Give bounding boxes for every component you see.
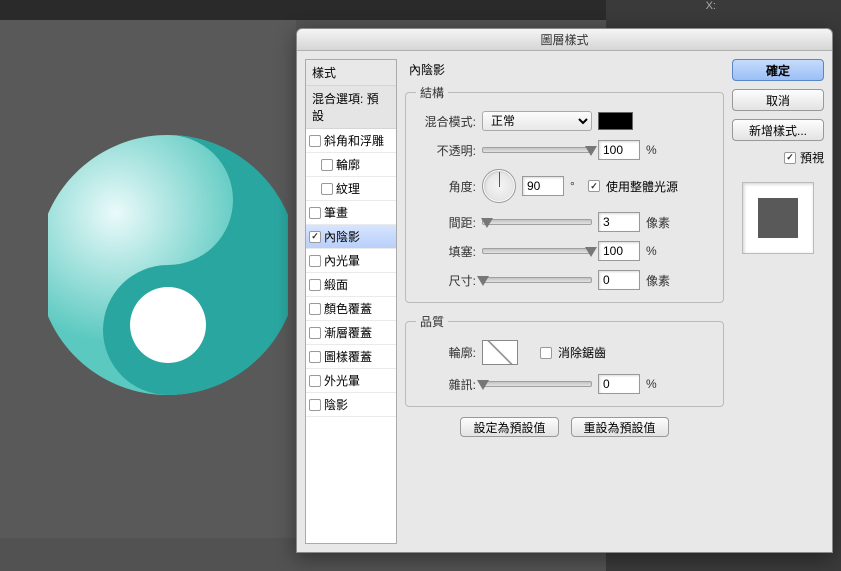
style-item-label: 漸層覆蓋 xyxy=(324,324,372,341)
opacity-label: 不透明: xyxy=(416,142,476,159)
style-item-8[interactable]: 漸層覆蓋 xyxy=(306,321,396,345)
preview-label: 預視 xyxy=(800,149,824,166)
contour-label: 輪廓: xyxy=(416,344,476,361)
style-item-label: 紋理 xyxy=(336,180,360,197)
dialog-title: 圖層樣式 xyxy=(297,29,832,51)
opacity-slider[interactable] xyxy=(482,147,592,153)
noise-slider[interactable] xyxy=(482,381,592,387)
style-item-checkbox[interactable] xyxy=(309,327,321,339)
angle-input[interactable] xyxy=(522,176,564,196)
style-item-label: 斜角和浮雕 xyxy=(324,132,384,149)
size-label: 尺寸: xyxy=(416,272,476,289)
style-item-2[interactable]: 紋理 xyxy=(306,177,396,201)
preview-inner xyxy=(758,198,798,238)
style-item-checkbox[interactable] xyxy=(309,135,321,147)
style-item-checkbox[interactable] xyxy=(309,207,321,219)
distance-label: 間距: xyxy=(416,214,476,231)
style-item-label: 圖樣覆蓋 xyxy=(324,348,372,365)
opacity-input[interactable] xyxy=(598,140,640,160)
antialias-label: 消除鋸齒 xyxy=(558,344,606,361)
style-item-3[interactable]: 筆畫 xyxy=(306,201,396,225)
angle-dial[interactable] xyxy=(482,169,516,203)
structure-legend: 結構 xyxy=(416,84,448,101)
choke-slider[interactable] xyxy=(482,248,592,254)
angle-label: 角度: xyxy=(416,178,476,195)
artwork-yin-yang xyxy=(48,125,288,405)
style-item-checkbox[interactable] xyxy=(309,303,321,315)
choke-label: 填塞: xyxy=(416,243,476,260)
noise-label: 雜訊: xyxy=(416,376,476,393)
distance-unit: 像素 xyxy=(646,214,674,231)
color-swatch[interactable] xyxy=(598,112,633,130)
angle-unit: ° xyxy=(570,179,582,193)
choke-unit: % xyxy=(646,244,674,258)
style-item-0[interactable]: 斜角和浮雕 xyxy=(306,129,396,153)
set-default-button[interactable]: 設定為預設值 xyxy=(460,417,558,437)
noise-unit: % xyxy=(646,377,674,391)
size-unit: 像素 xyxy=(646,272,674,289)
style-item-checkbox[interactable] xyxy=(309,399,321,411)
style-item-label: 筆畫 xyxy=(324,204,348,221)
style-item-7[interactable]: 顏色覆蓋 xyxy=(306,297,396,321)
style-item-label: 內光暈 xyxy=(324,252,360,269)
distance-input[interactable] xyxy=(598,212,640,232)
style-item-9[interactable]: 圖樣覆蓋 xyxy=(306,345,396,369)
style-item-11[interactable]: 陰影 xyxy=(306,393,396,417)
ok-button[interactable]: 確定 xyxy=(732,59,824,81)
quality-legend: 品質 xyxy=(416,313,448,330)
style-item-label: 緞面 xyxy=(324,276,348,293)
preview-checkbox[interactable] xyxy=(784,152,796,164)
styles-header[interactable]: 樣式 xyxy=(306,60,396,86)
global-light-checkbox[interactable] xyxy=(588,180,600,192)
style-item-6[interactable]: 緞面 xyxy=(306,273,396,297)
new-style-button[interactable]: 新增樣式... xyxy=(732,119,824,141)
style-item-checkbox[interactable] xyxy=(309,231,321,243)
blend-mode-label: 混合模式: xyxy=(416,113,476,130)
style-item-1[interactable]: 輪廓 xyxy=(306,153,396,177)
style-item-4[interactable]: 內陰影 xyxy=(306,225,396,249)
style-item-checkbox[interactable] xyxy=(321,183,333,195)
contour-picker[interactable] xyxy=(482,340,518,365)
layer-style-dialog: 圖層樣式 樣式 混合選項: 預設 斜角和浮雕輪廓紋理筆畫內陰影內光暈緞面顏色覆蓋… xyxy=(296,28,833,553)
style-item-label: 陰影 xyxy=(324,396,348,413)
style-item-label: 顏色覆蓋 xyxy=(324,300,372,317)
distance-slider[interactable] xyxy=(482,219,592,225)
panel-title: 內陰影 xyxy=(405,59,724,84)
structure-fieldset: 結構 混合模式: 正常 不透明: % 角度: xyxy=(405,84,724,303)
size-input[interactable] xyxy=(598,270,640,290)
style-item-label: 外光暈 xyxy=(324,372,360,389)
style-item-checkbox[interactable] xyxy=(309,351,321,363)
global-light-label: 使用整體光源 xyxy=(606,178,678,195)
style-item-checkbox[interactable] xyxy=(309,255,321,267)
dialog-right-column: 確定 取消 新增樣式... 預視 xyxy=(732,59,824,544)
antialias-checkbox[interactable] xyxy=(540,347,552,359)
style-item-checkbox[interactable] xyxy=(309,279,321,291)
blend-mode-select[interactable]: 正常 xyxy=(482,111,592,131)
cancel-button[interactable]: 取消 xyxy=(732,89,824,111)
size-slider[interactable] xyxy=(482,277,592,283)
choke-input[interactable] xyxy=(598,241,640,261)
noise-input[interactable] xyxy=(598,374,640,394)
style-item-checkbox[interactable] xyxy=(321,159,333,171)
style-list: 樣式 混合選項: 預設 斜角和浮雕輪廓紋理筆畫內陰影內光暈緞面顏色覆蓋漸層覆蓋圖… xyxy=(305,59,397,544)
blend-options-header[interactable]: 混合選項: 預設 xyxy=(306,86,396,129)
reset-default-button[interactable]: 重設為預設值 xyxy=(571,417,669,437)
coord-x-label: X: xyxy=(706,0,716,12)
quality-fieldset: 品質 輪廓: 消除鋸齒 雜訊: % xyxy=(405,313,724,407)
style-item-label: 輪廓 xyxy=(336,156,360,173)
settings-panel: 內陰影 結構 混合模式: 正常 不透明: % 角度: xyxy=(405,59,724,544)
style-item-label: 內陰影 xyxy=(324,228,360,245)
opacity-unit: % xyxy=(646,143,674,157)
style-item-10[interactable]: 外光暈 xyxy=(306,369,396,393)
style-item-checkbox[interactable] xyxy=(309,375,321,387)
preview-thumbnail xyxy=(742,182,814,254)
canvas-area xyxy=(0,20,296,538)
style-item-5[interactable]: 內光暈 xyxy=(306,249,396,273)
